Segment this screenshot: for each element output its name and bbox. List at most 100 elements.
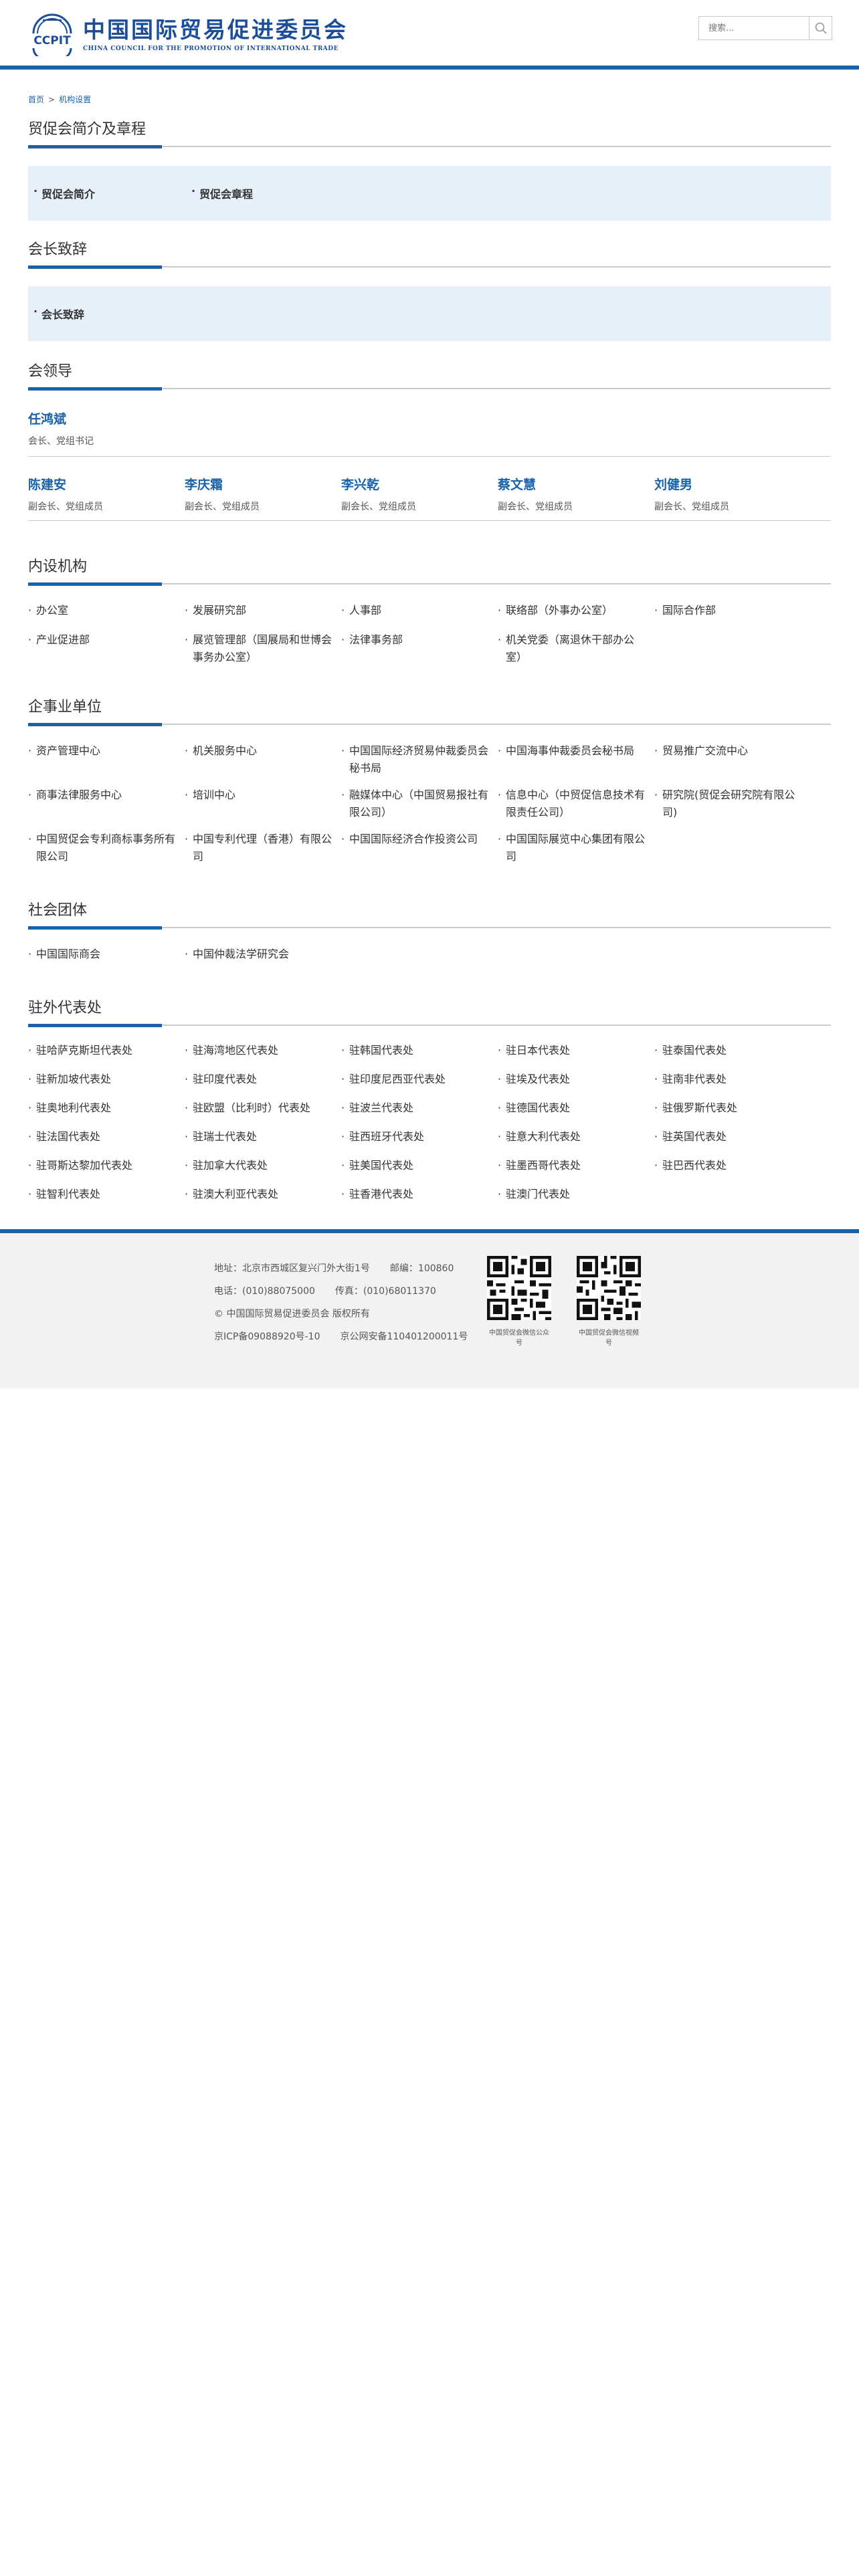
qr-video-account: 中国贸促会微信视频号 [577,1256,641,1347]
speech-links-box: 会长致辞 [28,286,831,341]
leader-name[interactable]: 刘健男 [654,475,729,493]
overseas-item[interactable]: 驻澳大利亚代表处 [185,1186,337,1203]
search-input[interactable] [699,17,809,39]
leader-member: 陈建安 副会长、党组成员 [28,475,103,513]
internal-item[interactable]: 机关党委（离退休干部办公室） [498,631,650,666]
section-title-internal: 内设机构 [28,555,831,586]
enterprise-item[interactable]: 机关服务中心 [185,742,337,760]
leader-name[interactable]: 陈建安 [28,475,103,493]
overseas-item[interactable]: 驻香港代表处 [341,1186,494,1203]
overseas-item[interactable]: 驻墨西哥代表处 [498,1157,650,1174]
internal-item[interactable]: 法律事务部 [341,631,494,649]
overseas-item[interactable]: 驻西班牙代表处 [341,1128,494,1146]
internal-item[interactable]: 办公室 [28,602,181,619]
intro-links-box: 贸促会简介 贸促会章程 [28,166,831,221]
breadcrumb-current[interactable]: 机构设置 [59,95,91,104]
section-title-social: 社会团体 [28,899,831,930]
qr-code-icon [487,1256,551,1320]
overseas-item[interactable]: 驻哈萨克斯坦代表处 [28,1042,181,1059]
enterprise-item[interactable]: 融媒体中心（中国贸易报社有限公司） [341,786,494,821]
internal-item[interactable]: 国际合作部 [654,602,807,619]
speech-link-president[interactable]: 会长致辞 [31,305,84,322]
overseas-item[interactable]: 驻埃及代表处 [498,1071,650,1088]
leader-name[interactable]: 蔡文慧 [498,475,573,493]
internal-item[interactable]: 人事部 [341,602,494,619]
internal-item[interactable]: 发展研究部 [185,602,337,619]
logo-mark: CCPIT [33,34,71,47]
overseas-item[interactable]: 驻意大利代表处 [498,1128,650,1146]
footer-info: 地址：北京市西城区复兴门外大街1号 邮编：100860 电话：(010)88075… [214,1257,468,1348]
leader-title: 副会长、党组成员 [654,502,729,512]
search-box [698,16,832,40]
internal-item[interactable]: 联络部（外事办公室） [498,602,650,619]
leader-name[interactable]: 李兴乾 [341,475,416,493]
breadcrumb-separator: > [48,95,56,104]
overseas-item[interactable]: 驻瑞士代表处 [185,1128,337,1146]
section-title-intro: 贸促会简介及章程 [28,118,831,148]
overseas-item[interactable]: 驻日本代表处 [498,1042,650,1059]
leader-member: 蔡文慧 副会长、党组成员 [498,475,573,513]
footer-postcode: 邮编：100860 [389,1263,454,1274]
overseas-item[interactable]: 驻巴西代表处 [654,1157,807,1174]
enterprise-item[interactable]: 中国国际经济贸易仲裁委员会秘书局 [341,742,494,777]
overseas-item[interactable]: 驻俄罗斯代表处 [654,1099,807,1117]
overseas-item[interactable]: 驻美国代表处 [341,1157,494,1174]
breadcrumb: 首页 > 机构设置 [28,94,91,105]
intro-link-charter[interactable]: 贸促会章程 [189,185,253,201]
enterprise-item[interactable]: 研究院(贸促会研究院有限公司) [654,786,807,821]
footer-copyright: © 中国国际贸易促进委员会 版权所有 [214,1309,370,1319]
enterprise-item[interactable]: 中国海事仲裁委员会秘书局 [498,742,650,760]
internal-item[interactable]: 展览管理部（国展局和世博会事务办公室） [185,631,337,666]
search-button[interactable] [809,17,832,39]
overseas-item[interactable]: 驻英国代表处 [654,1128,807,1146]
enterprise-item[interactable]: 资产管理中心 [28,742,181,760]
overseas-item[interactable]: 驻海湾地区代表处 [185,1042,337,1059]
overseas-item[interactable]: 驻印度代表处 [185,1071,337,1088]
enterprise-item[interactable]: 贸易推广交流中心 [654,742,807,760]
overseas-item[interactable]: 驻法国代表处 [28,1128,181,1146]
breadcrumb-home-link[interactable]: 首页 [28,95,44,104]
section-title-overseas: 驻外代表处 [28,996,831,1027]
enterprise-item[interactable]: 商事法律服务中心 [28,786,181,804]
leader-head: 任鸿斌 会长、党组书记 [28,409,94,447]
social-item[interactable]: 中国国际商会 [28,946,181,963]
enterprise-item[interactable]: 培训中心 [185,786,337,804]
overseas-item[interactable]: 驻南非代表处 [654,1071,807,1088]
leader-title: 副会长、党组成员 [185,502,260,512]
logo-title-cn: 中国国际贸易促进委员会 [83,17,348,43]
leader-title: 会长、党组书记 [28,436,94,447]
footer-icp-link[interactable]: 京ICP备09088920号-10 [214,1331,320,1342]
enterprise-item[interactable]: 中国国际展览中心集团有限公司 [498,831,650,865]
leader-title: 副会长、党组成员 [28,502,103,512]
leader-member: 刘健男 副会长、党组成员 [654,475,729,513]
site-logo[interactable]: CCPIT 中国国际贸易促进委员会 CHINA COUNCIL FOR THE … [28,13,348,63]
intro-link-profile[interactable]: 贸促会简介 [31,185,95,201]
overseas-item[interactable]: 驻泰国代表处 [654,1042,807,1059]
overseas-item[interactable]: 驻奥地利代表处 [28,1099,181,1117]
overseas-item[interactable]: 驻新加坡代表处 [28,1071,181,1088]
overseas-item[interactable]: 驻加拿大代表处 [185,1157,337,1174]
enterprise-item[interactable]: 信息中心（中贸促信息技术有限责任公司） [498,786,650,821]
enterprise-item[interactable]: 中国国际经济合作投资公司 [341,831,494,848]
internal-item[interactable]: 产业促进部 [28,631,181,649]
footer-police[interactable]: 京公网安备110401200011号 [340,1331,468,1342]
overseas-item[interactable]: 驻德国代表处 [498,1099,650,1117]
site-header: CCPIT 中国国际贸易促进委员会 CHINA COUNCIL FOR THE … [0,0,859,70]
enterprise-item[interactable]: 中国专利代理（香港）有限公司 [185,831,337,865]
leader-member: 李兴乾 副会长、党组成员 [341,475,416,513]
footer-phone: 电话：(010)88075000 [214,1286,315,1297]
overseas-item[interactable]: 驻澳门代表处 [498,1186,650,1203]
ccpit-emblem-icon: CCPIT [28,13,76,63]
overseas-item[interactable]: 驻波兰代表处 [341,1099,494,1117]
leader-name[interactable]: 任鸿斌 [28,409,94,427]
enterprise-item[interactable]: 中国贸促会专利商标事务所有限公司 [28,831,181,865]
overseas-item[interactable]: 驻印度尼西亚代表处 [341,1071,494,1088]
logo-title-en: CHINA COUNCIL FOR THE PROMOTION OF INTER… [83,45,339,52]
overseas-item[interactable]: 驻韩国代表处 [341,1042,494,1059]
leader-name[interactable]: 李庆霜 [185,475,260,493]
leader-divider [28,520,831,521]
social-item[interactable]: 中国仲裁法学研究会 [185,946,337,963]
overseas-item[interactable]: 驻欧盟（比利时）代表处 [185,1099,337,1117]
overseas-item[interactable]: 驻哥斯达黎加代表处 [28,1157,181,1174]
overseas-item[interactable]: 驻智利代表处 [28,1186,181,1203]
